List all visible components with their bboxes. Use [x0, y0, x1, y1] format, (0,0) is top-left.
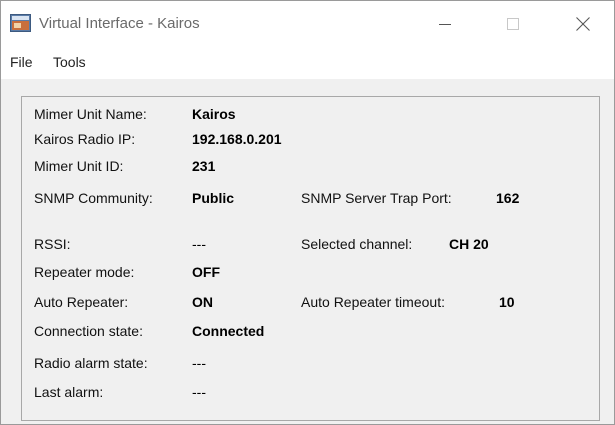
auto-repeater-timeout-value: 10: [499, 294, 515, 310]
rssi-label: RSSI:: [34, 236, 71, 252]
app-icon: [10, 14, 31, 32]
snmp-community-value: Public: [192, 190, 235, 206]
menu-tools[interactable]: Tools: [50, 54, 89, 70]
menu-file[interactable]: File: [7, 54, 36, 70]
radio-ip-value: 192.168.0.201: [192, 131, 282, 147]
auto-repeater-value: ON: [192, 294, 213, 310]
maximize-button[interactable]: [490, 1, 536, 47]
selected-channel-label: Selected channel:: [301, 236, 413, 252]
connection-state-value: Connected: [192, 323, 265, 339]
close-button[interactable]: [560, 1, 606, 47]
status-panel: Mimer Unit Name: Kairos Kairos Radio IP:…: [21, 96, 600, 421]
snmp-community-label: SNMP Community:: [34, 190, 153, 206]
selected-channel-value: CH 20: [449, 236, 489, 252]
snmp-trap-port-label: SNMP Server Trap Port:: [301, 190, 452, 206]
client-area: Mimer Unit Name: Kairos Kairos Radio IP:…: [1, 79, 614, 424]
close-icon: [576, 17, 590, 31]
connection-state-label: Connection state:: [34, 323, 143, 339]
radio-alarm-state-label: Radio alarm state:: [34, 355, 148, 371]
radio-ip-label: Kairos Radio IP:: [34, 131, 136, 147]
maximize-icon: [507, 18, 519, 30]
unit-id-value: 231: [192, 158, 216, 174]
repeater-mode-value: OFF: [192, 264, 220, 280]
minimize-icon: [439, 24, 451, 25]
window-title: Virtual Interface - Kairos: [39, 15, 200, 32]
last-alarm-value: ---: [192, 384, 206, 400]
unit-name-label: Mimer Unit Name:: [34, 106, 147, 122]
repeater-mode-label: Repeater mode:: [34, 264, 135, 280]
minimize-button[interactable]: [422, 1, 468, 47]
last-alarm-label: Last alarm:: [34, 384, 104, 400]
radio-alarm-state-value: ---: [192, 355, 206, 371]
app-window: Virtual Interface - Kairos File Tools Mi…: [0, 0, 615, 425]
auto-repeater-timeout-label: Auto Repeater timeout:: [301, 294, 445, 310]
menu-bar: File Tools: [1, 48, 614, 78]
unit-name-value: Kairos: [192, 106, 236, 122]
auto-repeater-label: Auto Repeater:: [34, 294, 129, 310]
unit-id-label: Mimer Unit ID:: [34, 158, 124, 174]
snmp-trap-port-value: 162: [496, 190, 520, 206]
title-bar[interactable]: Virtual Interface - Kairos: [1, 1, 614, 47]
rssi-value: ---: [192, 236, 206, 252]
